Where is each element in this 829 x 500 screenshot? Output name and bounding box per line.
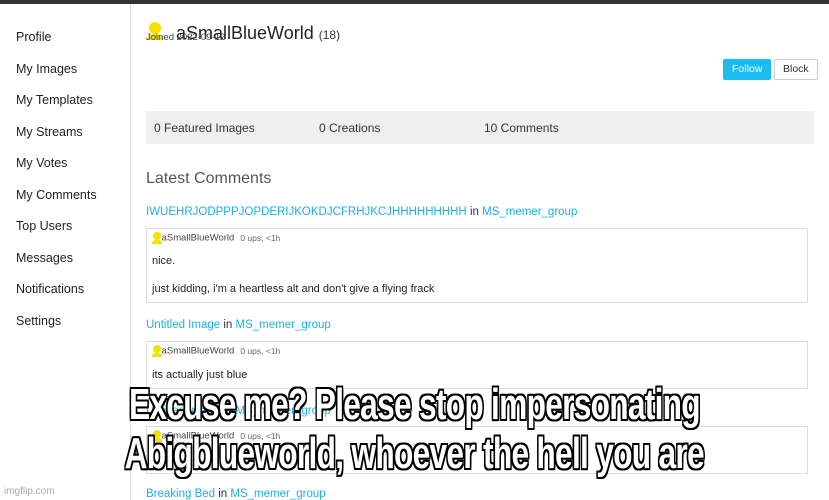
comment-author[interactable]: aSmallBlueWorld [162, 346, 235, 357]
avatar-icon [151, 232, 163, 245]
comment-ref: IWUEHRJODPPPJOPDERIJKOKDJCFRHJKCJHHHHHHH… [146, 206, 577, 218]
group-link[interactable]: MS_memer_group [230, 488, 325, 500]
sidebar-item-my-comments[interactable]: My Comments [16, 188, 97, 202]
comment-author[interactable]: aSmallBlueWorld [162, 233, 235, 244]
comment-text: just kidding, i'm a heartless alt and do… [152, 283, 435, 295]
comment-ref: Untitled Image in MS_memer_group [146, 319, 331, 331]
comment-text: nice. [152, 255, 176, 267]
group-link[interactable]: MS_memer_group [482, 206, 577, 218]
sidebar-item-my-votes[interactable]: My Votes [16, 156, 67, 170]
follow-button[interactable]: Follow [723, 59, 772, 80]
watermark: imgflip.com [4, 486, 55, 497]
block-button[interactable]: Block [774, 59, 818, 80]
in-label: in [223, 319, 233, 331]
sidebar-item-settings[interactable]: Settings [16, 314, 61, 328]
sidebar-item-my-streams[interactable]: My Streams [16, 125, 83, 139]
comment-meta: 0 ups, <1h [240, 232, 281, 243]
sidebar-item-top-users[interactable]: Top Users [16, 219, 72, 233]
image-link[interactable]: IWUEHRJODPPPJOPDERIJKOKDJCFRHJKCJHHHHHHH… [146, 206, 467, 218]
section-title: Latest Comments [146, 170, 272, 187]
meme-caption-line-1: Excuse me? Please stop impersonating [129, 380, 701, 429]
in-label: in [469, 206, 479, 218]
group-link[interactable]: MS_memer_group [236, 319, 331, 331]
stats-bar: 0 Featured Images 0 Creations 10 Comment… [146, 111, 814, 144]
image-link[interactable]: Breaking Bed [146, 488, 215, 500]
comment-meta: 0 ups, <1h [240, 345, 281, 356]
avatar-icon [151, 345, 163, 358]
joined-date: Joined 2022-09-12 [146, 32, 226, 43]
meme-caption-line-2: Abigblueworld, whoever the hell you are [124, 429, 705, 478]
sidebar-item-profile[interactable]: Profile [16, 30, 51, 44]
comment-ref: Breaking Bed in MS_memer_group [146, 488, 326, 500]
sidebar-item-my-templates[interactable]: My Templates [16, 93, 93, 107]
user-score: (18) [318, 28, 341, 42]
featured-images-count[interactable]: 0 Featured Images [154, 121, 255, 135]
sidebar-item-notifications[interactable]: Notifications [16, 282, 84, 296]
sidebar-item-messages[interactable]: Messages [16, 251, 73, 265]
sidebar-item-my-images[interactable]: My Images [16, 62, 77, 76]
image-link[interactable]: Untitled Image [146, 319, 220, 331]
creations-count[interactable]: 0 Creations [319, 121, 380, 135]
comments-count[interactable]: 10 Comments [484, 121, 559, 135]
in-label: in [218, 488, 228, 500]
comment-card: aSmallBlueWorld 0 ups, <1h nice. just kid… [146, 228, 808, 303]
